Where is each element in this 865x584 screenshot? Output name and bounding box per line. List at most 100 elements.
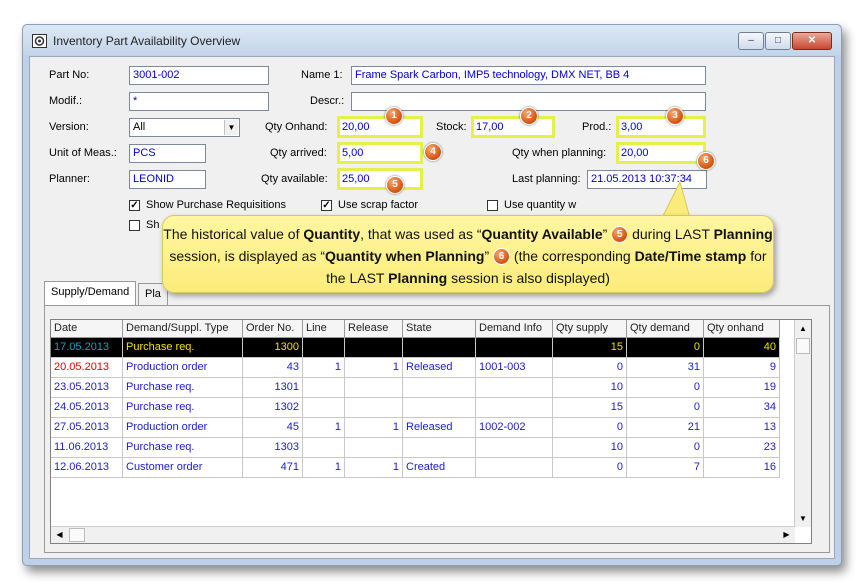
second-row-checkbox[interactable]: Sh <box>129 219 159 231</box>
uom-field[interactable]: PCS <box>129 144 206 163</box>
cell-qty-demand[interactable]: 0 <box>627 438 704 458</box>
maximize-button[interactable]: □ <box>765 32 791 50</box>
cell-type[interactable]: Purchase req. <box>123 398 243 418</box>
cell-state[interactable]: Released <box>403 358 476 378</box>
table-row[interactable]: 17.05.2013 Purchase req. 1300 15 0 40 <box>51 338 780 358</box>
cell-line[interactable] <box>303 378 345 398</box>
cell-release[interactable]: 1 <box>345 418 403 438</box>
col-demand-info[interactable]: Demand Info <box>476 320 553 338</box>
vertical-scrollbar[interactable]: ▲ ▼ <box>794 320 811 527</box>
cell-qty-supply[interactable]: 10 <box>553 378 627 398</box>
cell-qty-supply[interactable]: 10 <box>553 438 627 458</box>
cell-type[interactable]: Purchase req. <box>123 338 243 358</box>
cell-release[interactable] <box>345 338 403 358</box>
chevron-down-icon[interactable]: ▼ <box>224 120 238 135</box>
cell-qty-supply[interactable]: 15 <box>553 338 627 358</box>
cell-qty-onhand[interactable]: 40 <box>704 338 780 358</box>
cell-order-no[interactable]: 1301 <box>243 378 303 398</box>
cell-date[interactable]: 17.05.2013 <box>51 338 123 358</box>
cell-qty-demand[interactable]: 0 <box>627 378 704 398</box>
cell-order-no[interactable]: 43 <box>243 358 303 378</box>
cell-qty-demand[interactable]: 31 <box>627 358 704 378</box>
table-row[interactable]: 11.06.2013 Purchase req. 1303 10 0 23 <box>51 438 780 458</box>
table-row[interactable]: 20.05.2013 Production order 43 1 1 Released 10… <box>51 358 780 378</box>
cell-qty-onhand[interactable]: 34 <box>704 398 780 418</box>
stock-field[interactable]: 17,00 <box>471 116 555 138</box>
cell-demand-info[interactable] <box>476 378 553 398</box>
cell-order-no[interactable]: 1300 <box>243 338 303 358</box>
cell-release[interactable]: 1 <box>345 358 403 378</box>
cell-line[interactable] <box>303 398 345 418</box>
cell-type[interactable]: Customer order <box>123 458 243 478</box>
col-line[interactable]: Line <box>303 320 345 338</box>
cell-type[interactable]: Purchase req. <box>123 378 243 398</box>
cell-demand-info[interactable] <box>476 458 553 478</box>
cell-qty-supply[interactable]: 0 <box>553 418 627 438</box>
qty-available-field[interactable]: 25,00 <box>337 168 423 190</box>
col-qty-supply[interactable]: Qty supply <box>553 320 627 338</box>
scroll-thumb[interactable] <box>796 338 810 354</box>
cell-type[interactable]: Production order <box>123 358 243 378</box>
use-scrap-factor-checkbox[interactable]: ✓ Use scrap factor <box>321 199 418 211</box>
table-row[interactable]: 23.05.2013 Purchase req. 1301 10 0 19 <box>51 378 780 398</box>
cell-qty-demand[interactable]: 7 <box>627 458 704 478</box>
cell-demand-info[interactable] <box>476 398 553 418</box>
scroll-left-icon[interactable]: ◀ <box>51 527 68 543</box>
cell-release[interactable] <box>345 378 403 398</box>
qty-arrived-field[interactable]: 5,00 <box>337 142 423 164</box>
cell-state[interactable] <box>403 338 476 358</box>
cell-qty-demand[interactable]: 0 <box>627 398 704 418</box>
scroll-right-icon[interactable]: ▶ <box>778 527 795 543</box>
cell-qty-onhand[interactable]: 16 <box>704 458 780 478</box>
cell-release[interactable] <box>345 398 403 418</box>
cell-qty-onhand[interactable]: 19 <box>704 378 780 398</box>
cell-release[interactable]: 1 <box>345 458 403 478</box>
close-button[interactable]: ✕ <box>792 32 832 50</box>
name1-field[interactable]: Frame Spark Carbon, IMP5 technology, DMX… <box>351 66 706 85</box>
col-type[interactable]: Demand/Suppl. Type <box>123 320 243 338</box>
col-qty-demand[interactable]: Qty demand <box>627 320 704 338</box>
table-row[interactable]: 12.06.2013 Customer order 471 1 1 Created 0 7 16 <box>51 458 780 478</box>
qty-when-planning-field[interactable]: 20,00 <box>616 142 706 164</box>
hscroll-thumb[interactable] <box>69 528 85 542</box>
cell-qty-onhand[interactable]: 23 <box>704 438 780 458</box>
minimize-button[interactable]: – <box>738 32 764 50</box>
tab-supply-demand[interactable]: Supply/Demand <box>44 281 137 305</box>
scroll-up-icon[interactable]: ▲ <box>795 320 811 337</box>
table-row[interactable]: 24.05.2013 Purchase req. 1302 15 0 34 <box>51 398 780 418</box>
cell-line[interactable] <box>303 438 345 458</box>
qty-onhand-field[interactable]: 20,00 <box>337 116 423 138</box>
col-state[interactable]: State <box>403 320 476 338</box>
col-qty-onhand[interactable]: Qty onhand <box>704 320 780 338</box>
cell-type[interactable]: Production order <box>123 418 243 438</box>
cell-demand-info[interactable] <box>476 438 553 458</box>
cell-demand-info[interactable]: 1002-002 <box>476 418 553 438</box>
col-release[interactable]: Release <box>345 320 403 338</box>
part-no-field[interactable]: 3001-002 <box>129 66 269 85</box>
cell-release[interactable] <box>345 438 403 458</box>
cell-qty-demand[interactable]: 0 <box>627 338 704 358</box>
cell-qty-onhand[interactable]: 13 <box>704 418 780 438</box>
cell-date[interactable]: 12.06.2013 <box>51 458 123 478</box>
cell-order-no[interactable]: 1303 <box>243 438 303 458</box>
cell-date[interactable]: 20.05.2013 <box>51 358 123 378</box>
supply-demand-table[interactable]: Date Demand/Suppl. Type Order No. Line R… <box>50 319 812 544</box>
cell-state[interactable]: Created <box>403 458 476 478</box>
cell-date[interactable]: 23.05.2013 <box>51 378 123 398</box>
col-date[interactable]: Date <box>51 320 123 338</box>
cell-qty-supply[interactable]: 15 <box>553 398 627 418</box>
cell-date[interactable]: 24.05.2013 <box>51 398 123 418</box>
scroll-down-icon[interactable]: ▼ <box>795 510 811 527</box>
cell-line[interactable] <box>303 338 345 358</box>
planner-field[interactable]: LEONID <box>129 170 206 189</box>
horizontal-scrollbar[interactable]: ◀ ▶ <box>51 526 795 543</box>
cell-type[interactable]: Purchase req. <box>123 438 243 458</box>
cell-state[interactable] <box>403 378 476 398</box>
cell-line[interactable]: 1 <box>303 358 345 378</box>
cell-line[interactable]: 1 <box>303 418 345 438</box>
cell-line[interactable]: 1 <box>303 458 345 478</box>
cell-demand-info[interactable] <box>476 338 553 358</box>
use-quantity-checkbox[interactable]: Use quantity w <box>487 199 576 211</box>
cell-state[interactable] <box>403 398 476 418</box>
cell-qty-demand[interactable]: 21 <box>627 418 704 438</box>
